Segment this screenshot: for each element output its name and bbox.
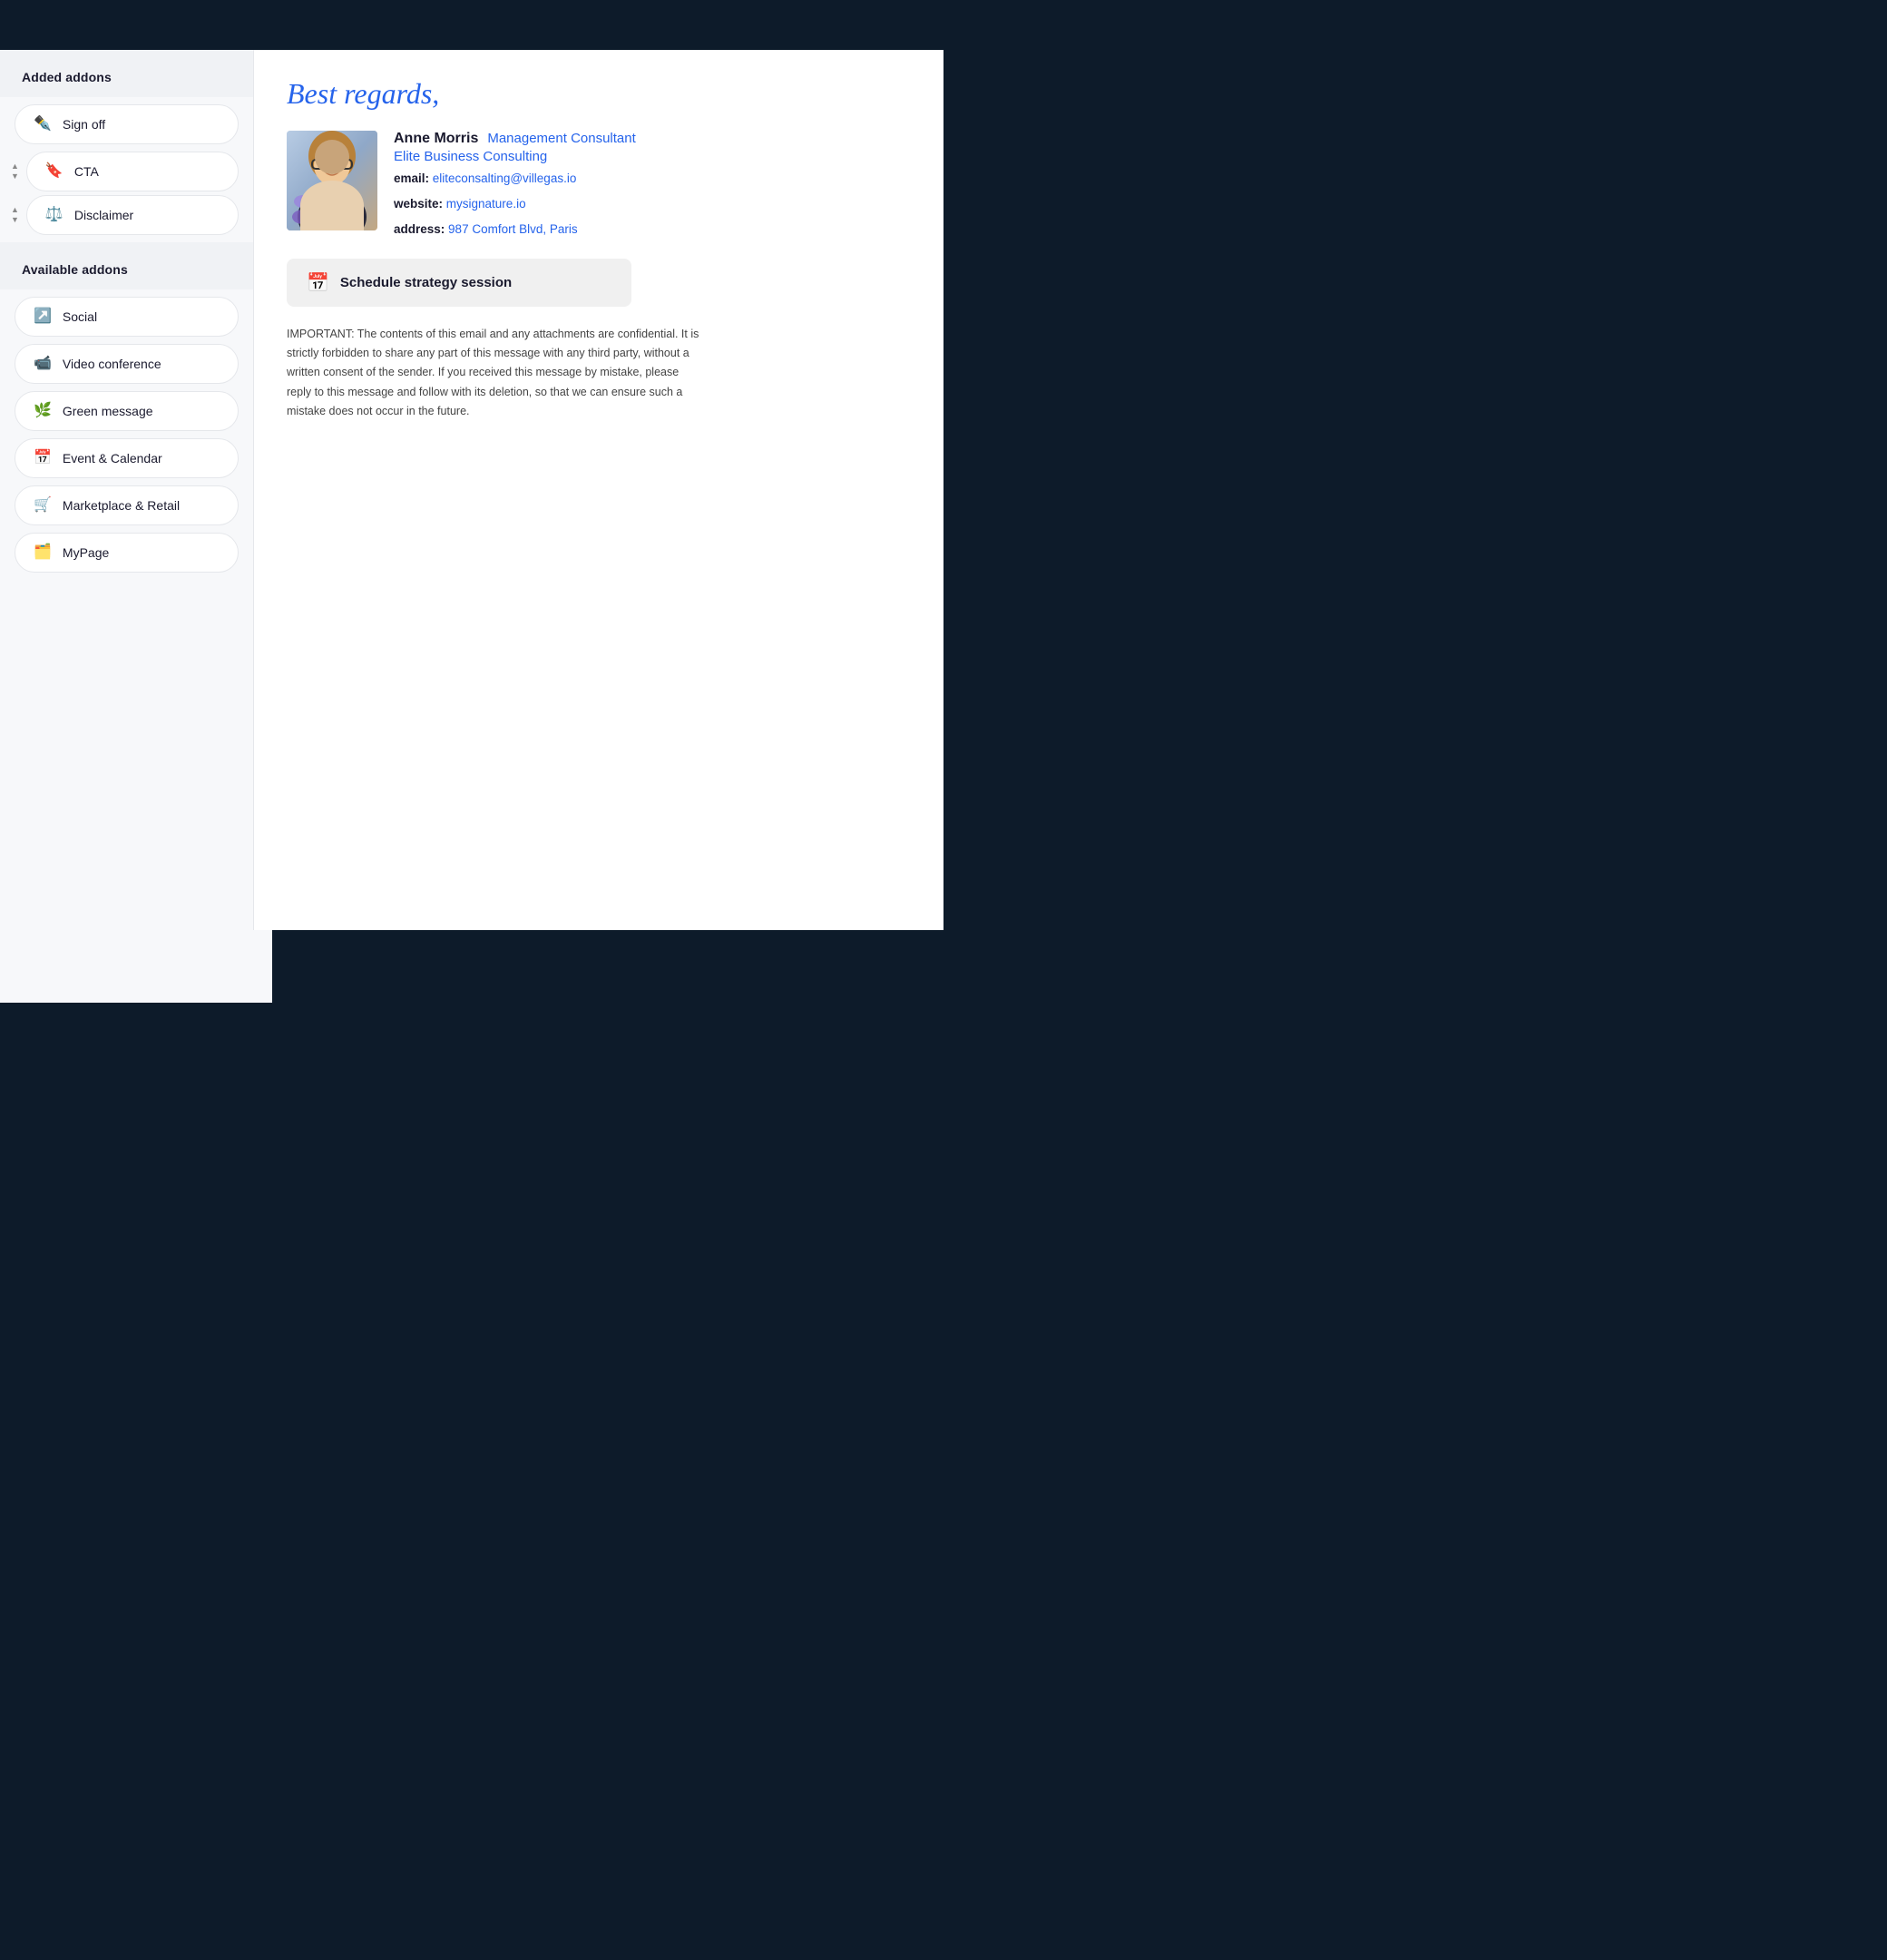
- cta-button-label: Schedule strategy session: [340, 275, 512, 290]
- sign-off-icon: ✒️: [34, 117, 52, 132]
- event-calendar-label: Event & Calendar: [63, 451, 162, 466]
- green-message-label: Green message: [63, 404, 153, 418]
- cta-button[interactable]: 📅 Schedule strategy session: [287, 259, 631, 307]
- addon-sign-off[interactable]: ✒️ Sign off: [15, 104, 239, 144]
- sig-name: Anne Morris: [394, 131, 478, 146]
- mypage-label: MyPage: [63, 545, 109, 560]
- website-link[interactable]: mysignature.io: [446, 197, 526, 211]
- avatar: [287, 131, 377, 230]
- disclaimer-text: IMPORTANT: The contents of this email an…: [287, 325, 704, 421]
- cta-icon: 🔖: [45, 164, 64, 179]
- video-conference-label: Video conference: [63, 357, 161, 371]
- disclaimer-arrows[interactable]: ▲ ▼: [0, 206, 23, 225]
- disclaimer-icon: ⚖️: [45, 208, 64, 222]
- bottom-bar: [0, 1003, 944, 1075]
- sig-address-row: address: 987 Comfort Blvd, Paris: [394, 220, 911, 240]
- marketplace-retail-icon: 🛒: [34, 498, 52, 513]
- available-addons-header: Available addons: [0, 242, 253, 289]
- event-calendar-icon: 📅: [34, 451, 52, 466]
- email-link[interactable]: eliteconsalting@villegas.io: [433, 172, 577, 185]
- sig-email-row: email: eliteconsalting@villegas.io: [394, 169, 911, 190]
- addon-event-calendar[interactable]: 📅 Event & Calendar: [15, 438, 239, 478]
- green-message-icon: 🌿: [34, 404, 52, 418]
- sig-company: Elite Business Consulting: [394, 149, 911, 164]
- social-label: Social: [63, 309, 97, 324]
- website-label: website:: [394, 197, 443, 211]
- right-bottom-dark: [272, 930, 944, 1003]
- cta-calendar-icon: 📅: [307, 271, 329, 294]
- address-label: address:: [394, 222, 445, 236]
- bottom-section: [0, 930, 944, 1003]
- top-bar: [0, 0, 944, 50]
- address-value: 987 Comfort Blvd, Paris: [448, 222, 578, 236]
- addon-video-conference[interactable]: 📹 Video conference: [15, 344, 239, 384]
- disclaimer-arrow-down[interactable]: ▼: [11, 216, 19, 225]
- greeting-text: Best regards,: [287, 77, 911, 111]
- video-conference-icon: 📹: [34, 357, 52, 371]
- social-icon: ↗️: [34, 309, 52, 324]
- disclaimer-arrow-up[interactable]: ▲: [11, 206, 19, 215]
- left-bottom: [0, 930, 272, 1003]
- marketplace-retail-label: Marketplace & Retail: [63, 498, 180, 513]
- available-addons-section: Available addons ↗️ Social 📹 Video confe…: [0, 242, 253, 573]
- added-addons-header: Added addons: [0, 50, 253, 97]
- sig-website-row: website: mysignature.io: [394, 194, 911, 215]
- sig-title: Management Consultant: [487, 131, 635, 146]
- addon-marketplace-retail[interactable]: 🛒 Marketplace & Retail: [15, 485, 239, 525]
- addon-cta[interactable]: 🔖 CTA: [26, 152, 239, 191]
- cta-arrow-down[interactable]: ▼: [11, 172, 19, 181]
- addon-mypage[interactable]: 🗂️ MyPage: [15, 533, 239, 573]
- right-panel: Best regards,: [254, 50, 944, 930]
- signature-info: Anne Morris Management Consultant Elite …: [394, 131, 911, 240]
- left-panel: Added addons ✒️ Sign off ▲ ▼ 🔖 CTA ▲ ▼: [0, 50, 254, 930]
- mypage-icon: 🗂️: [34, 545, 52, 560]
- cta-label: CTA: [74, 164, 99, 179]
- addon-social[interactable]: ↗️ Social: [15, 297, 239, 337]
- disclaimer-label: Disclaimer: [74, 208, 133, 222]
- signature-block: Anne Morris Management Consultant Elite …: [287, 131, 911, 240]
- addon-disclaimer[interactable]: ⚖️ Disclaimer: [26, 195, 239, 235]
- addon-green-message[interactable]: 🌿 Green message: [15, 391, 239, 431]
- addon-cta-row: ▲ ▼ 🔖 CTA: [0, 152, 253, 191]
- cta-arrow-up[interactable]: ▲: [11, 162, 19, 172]
- sign-off-label: Sign off: [63, 117, 105, 132]
- email-label: email:: [394, 172, 429, 185]
- cta-arrows[interactable]: ▲ ▼: [0, 162, 23, 181]
- addon-disclaimer-row: ▲ ▼ ⚖️ Disclaimer: [0, 195, 253, 235]
